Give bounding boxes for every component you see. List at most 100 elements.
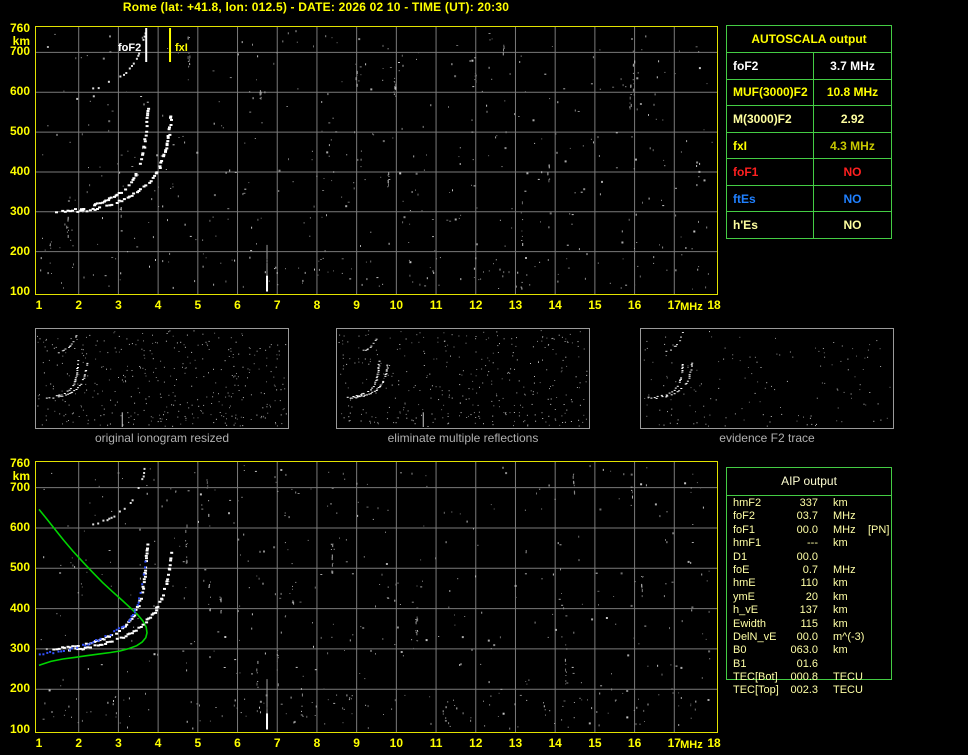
aip-row: hmF1 --- km	[726, 537, 902, 550]
y-tick-label: 400	[9, 600, 30, 615]
x-tick-label: 2	[75, 298, 83, 312]
aip-row-unit: km	[833, 497, 848, 509]
aip-row: B1 01.6	[726, 658, 902, 671]
x-tick-label: 16	[627, 736, 642, 750]
aip-row-unit: MHz	[833, 510, 856, 523]
y-tick-label: 760	[9, 455, 30, 470]
aip-row-param: D1	[733, 550, 748, 563]
aip-row-unit: TECU	[833, 671, 863, 684]
aip-row: TEC[Bot] 000.8 TECU	[726, 671, 902, 684]
x-axis-unit-label: MHz	[680, 301, 703, 313]
page-title: Rome (lat: +41.8, lon: 012.5) - DATE: 20…	[122, 0, 510, 14]
y-tick-label: 760	[9, 20, 30, 35]
x-tick-label: 8	[313, 298, 321, 312]
autoscala-row-label: MUF(3000)F2	[727, 79, 814, 106]
autoscala-row-value: NO	[843, 165, 862, 180]
x-tick-label: 6	[234, 298, 241, 312]
ionogram-bottom-plot	[35, 461, 718, 733]
autoscala-screen: Rome (lat: +41.8, lon: 012.5) - DATE: 20…	[0, 0, 968, 755]
aip-row-unit: km	[833, 617, 848, 630]
x-tick-label: 8	[313, 736, 321, 750]
autoscala-table-title: AUTOSCALA output	[727, 26, 891, 53]
ionogram-top-plot: foF2 fxI	[35, 26, 718, 295]
x-tick-label: 15	[588, 736, 602, 750]
x-tick-label: 6	[234, 736, 241, 750]
x-axis-unit-label: MHz	[680, 739, 703, 751]
aip-row-param: ymE	[733, 590, 755, 603]
x-tick-label: 13	[508, 298, 523, 312]
y-tick-label: 100	[9, 721, 30, 736]
thumbnail-evidence-f2-trace	[640, 328, 894, 429]
x-tick-label: 13	[508, 736, 523, 750]
aip-row-unit: km	[833, 577, 848, 590]
autoscala-row-label: foF2	[727, 53, 814, 79]
x-tick-label: 12	[469, 298, 483, 312]
marker-label-foF2: foF2	[118, 42, 141, 54]
aip-row-value: 115	[800, 617, 818, 630]
y-tick-label: 700	[9, 44, 30, 59]
x-tick-label: 4	[154, 298, 162, 312]
x-tick-label: 9	[353, 736, 360, 750]
autoscala-row-label: ftEs	[727, 185, 814, 212]
aip-row-value: 063.0	[790, 644, 818, 657]
autoscala-row: MUF(3000)F2 10.8 MHz	[727, 79, 891, 107]
aip-row-param: foF1	[733, 523, 756, 536]
aip-row: DelN_vE 00.0 m^(-3)	[726, 631, 902, 644]
autoscala-row-label: M(3000)F2	[727, 106, 814, 132]
aip-row-value: 000.8	[790, 671, 818, 684]
aip-row-param: B1	[733, 657, 747, 670]
y-tick-label: 500	[9, 560, 30, 575]
aip-row-unit: m^(-3)	[833, 630, 865, 643]
x-tick-label: 15	[588, 298, 602, 312]
autoscala-row-value: 2.92	[840, 111, 865, 126]
x-tick-label: 1	[35, 298, 43, 312]
aip-row-unit: TECU	[833, 684, 863, 697]
autoscala-row: fxI 4.3 MHz	[727, 132, 891, 160]
aip-row: h_vE 137 km	[726, 604, 902, 617]
aip-row-unit: km	[833, 604, 848, 617]
aip-row-param: foE	[733, 563, 750, 576]
x-tick-label: 14	[548, 298, 562, 312]
thumbnail-eliminate-reflections	[336, 328, 590, 429]
aip-table-title: AIP output	[727, 468, 891, 496]
autoscala-output-table: AUTOSCALA output foF2 3.7 MHz MUF(3000)F2 1…	[726, 25, 892, 239]
autoscala-row-label: foF1	[727, 159, 814, 185]
aip-row-param: hmE	[733, 577, 756, 590]
aip-row-value: 00.0	[796, 630, 818, 643]
aip-row: TEC[Top] 002.3 TECU	[726, 684, 902, 697]
aip-row-value: ---	[807, 537, 818, 550]
aip-row-unit: MHz	[833, 563, 856, 576]
x-tick-label: 18	[707, 736, 721, 750]
y-tick-label: 600	[9, 84, 30, 99]
x-tick-label: 5	[194, 736, 202, 750]
autoscala-row: foF1 NO	[727, 159, 891, 186]
aip-row-unit: MHz	[833, 523, 856, 536]
aip-row-value: 110	[800, 577, 818, 590]
aip-row-value: 00.0	[796, 523, 818, 536]
autoscala-row-value: 10.8 MHz	[826, 85, 879, 100]
x-tick-label: 16	[627, 298, 642, 312]
aip-row: hmF2 337 km	[726, 497, 902, 510]
aip-row-param: B0	[733, 644, 747, 657]
aip-row-param: hmF1	[733, 537, 762, 550]
x-tick-label: 7	[273, 736, 281, 750]
aip-row-param: h_vE	[733, 604, 759, 617]
aip-row-value: 01.6	[796, 657, 818, 670]
x-tick-label: 2	[75, 736, 83, 750]
y-tick-label: 500	[9, 124, 30, 139]
aip-rows: hmF2 337 km foF2 03.7 MHz foF1 00.0 MHz [PN] hmF1 -…	[726, 497, 902, 698]
x-tick-label: 12	[469, 736, 483, 750]
aip-row-param: Ewidth	[733, 617, 767, 630]
y-tick-label: 100	[9, 283, 30, 298]
aip-row: foF2 03.7 MHz	[726, 510, 902, 523]
x-tick-label: 11	[429, 736, 443, 750]
aip-row-value: 002.3	[790, 684, 818, 697]
aip-row-unit: km	[833, 644, 848, 657]
y-tick-label: 200	[9, 681, 30, 696]
aip-row: Ewidth 115 km	[726, 618, 902, 631]
x-tick-label: 3	[115, 298, 122, 312]
autoscala-row-value: 4.3 MHz	[830, 138, 875, 153]
aip-row-value: 0.7	[802, 563, 818, 576]
aip-row: foE 0.7 MHz	[726, 564, 902, 577]
autoscala-row: M(3000)F2 2.92	[727, 106, 891, 133]
